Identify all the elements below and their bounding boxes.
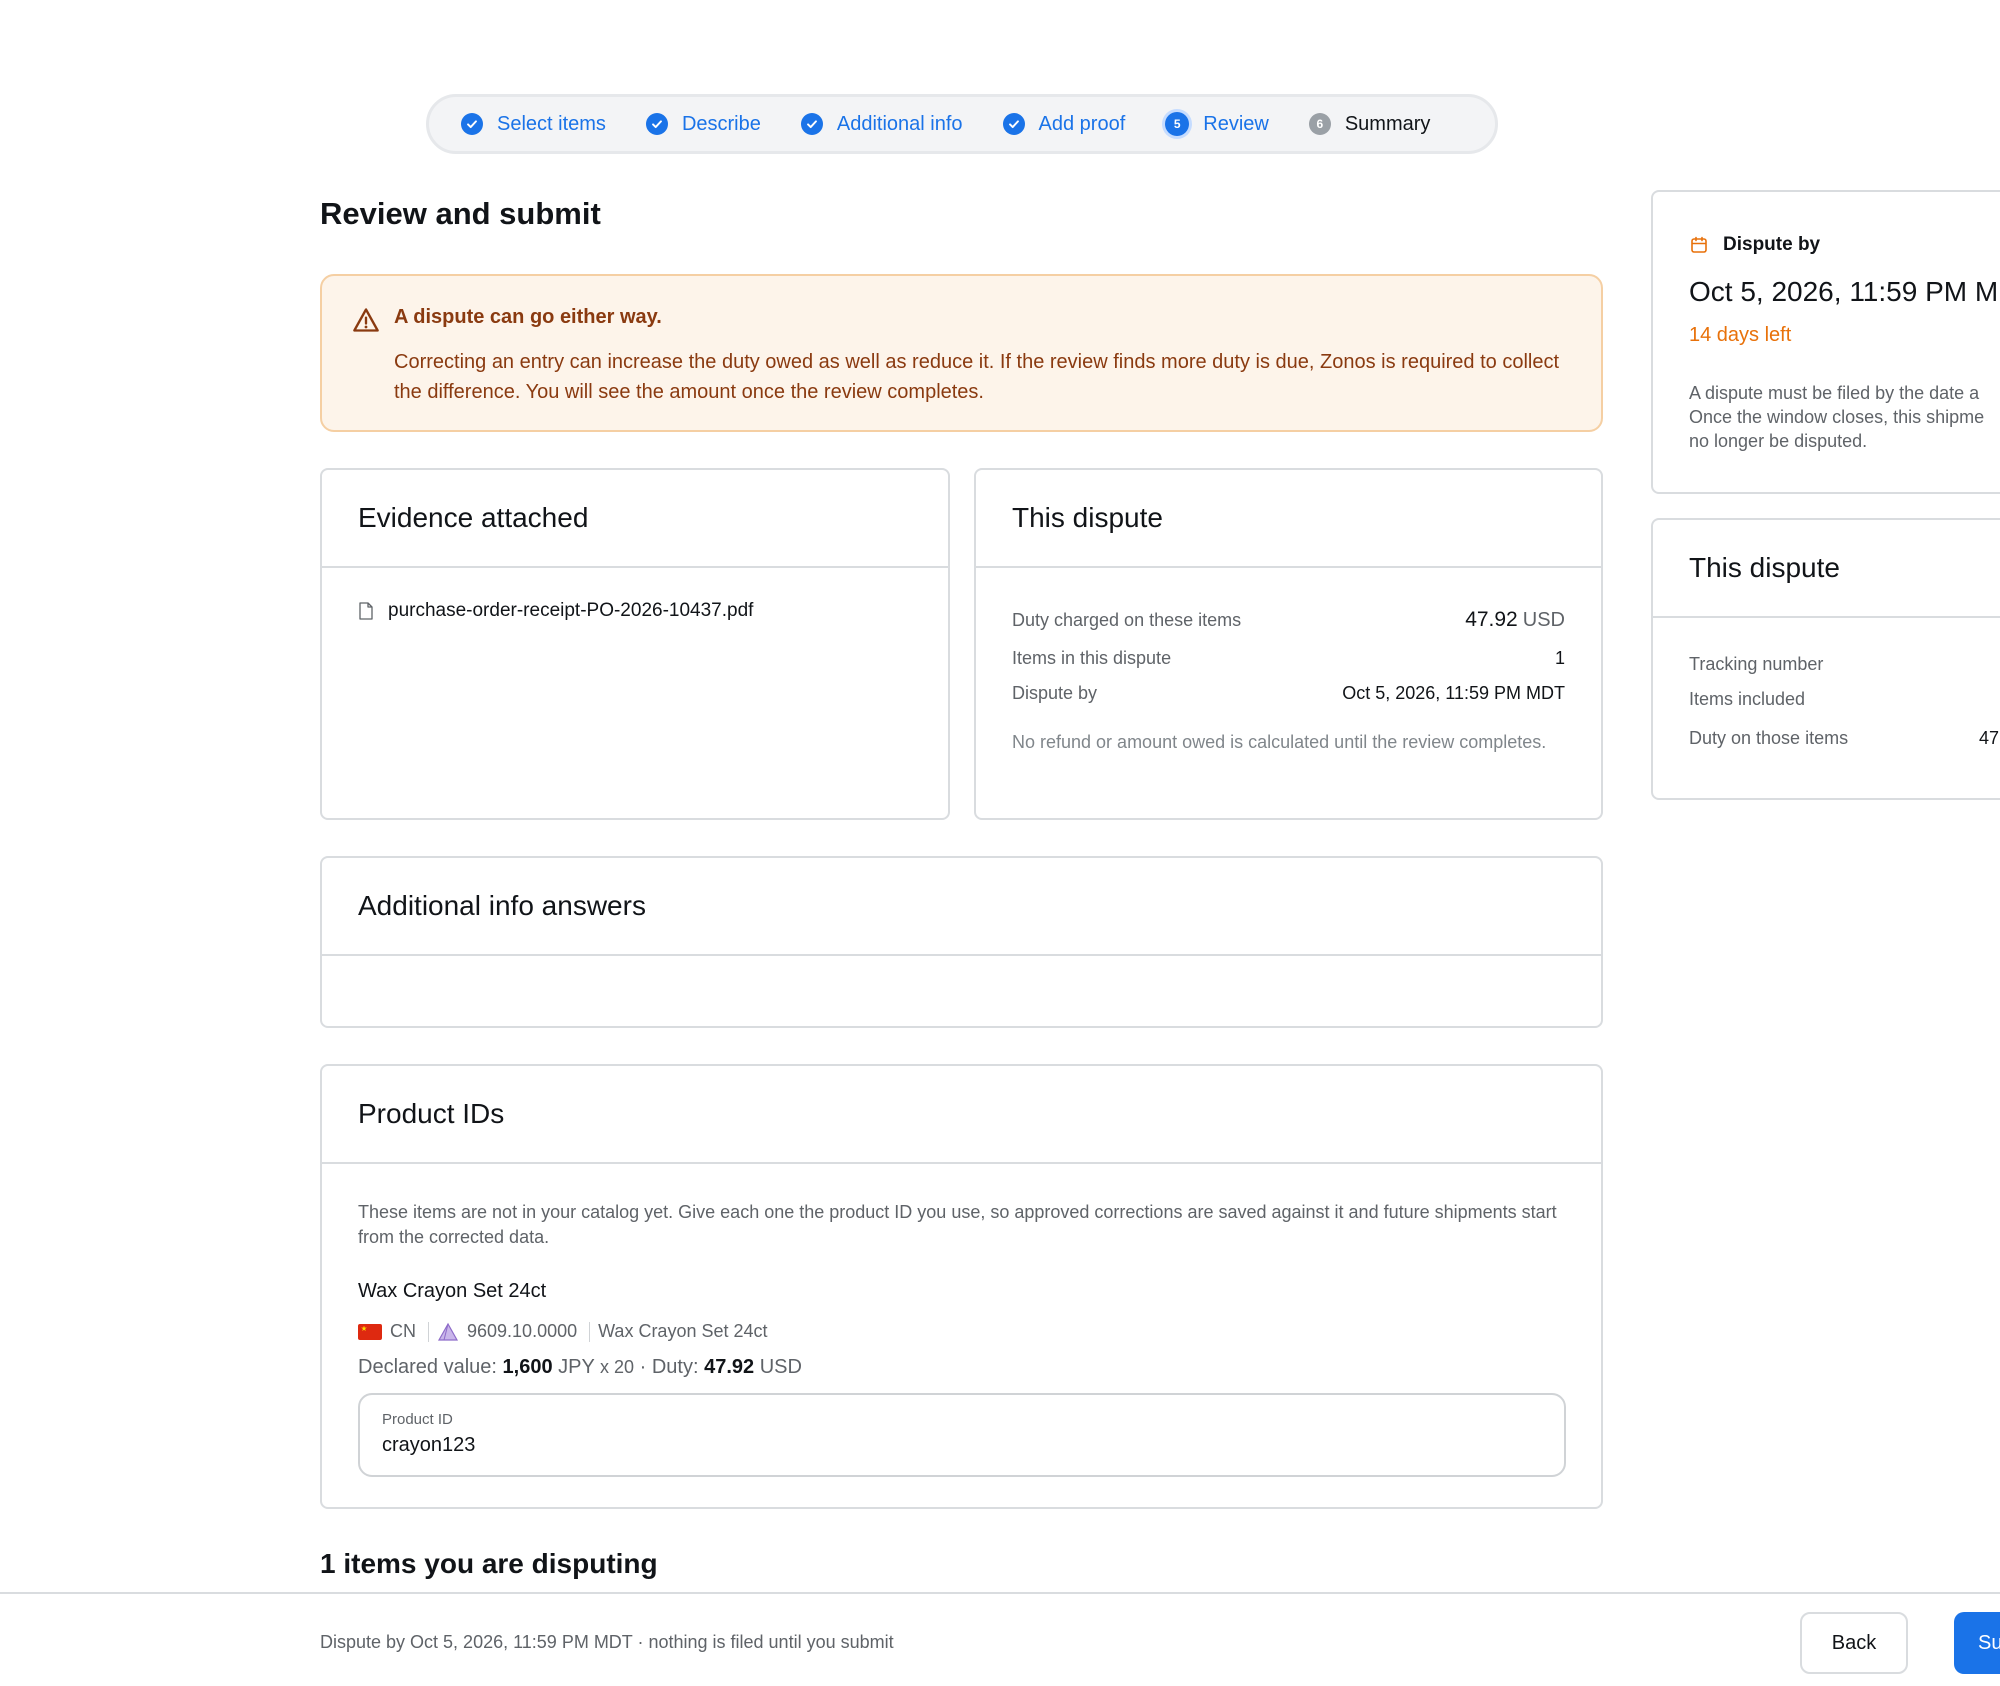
duty-label: Duty on those items [1689, 728, 1849, 748]
items-value: 1 [1554, 648, 1565, 668]
calculation-note: No refund or amount owed is calculated u… [1012, 732, 1547, 752]
product-ids-description: These items are not in your catalog yet.… [358, 1202, 1557, 1247]
warning-title: A dispute can go either way. [394, 306, 662, 328]
deadline-text-line: A dispute must be filed by the date a [1689, 383, 1980, 403]
country-code: CN [390, 1321, 416, 1341]
hs-code: 9609.10.0000 [467, 1321, 578, 1341]
duty-value: 47 [1979, 728, 2000, 748]
items-disputing-heading: 1 items you are disputing [320, 1548, 658, 1579]
check-icon [461, 113, 483, 135]
card-title: This dispute [1689, 552, 1840, 583]
step-number-badge: 6 [1308, 113, 1331, 135]
product-id-label: Product ID [382, 1411, 453, 1428]
duty-label: Duty charged on these items [1012, 610, 1242, 630]
card-title: This dispute [1012, 502, 1163, 533]
days-left: 14 days left [1689, 324, 1792, 346]
duty-label: · Duty: [639, 1356, 699, 1378]
product-name: Wax Crayon Set 24ct [358, 1280, 547, 1302]
check-icon [1002, 113, 1025, 135]
card-title: Evidence attached [358, 502, 589, 533]
progress-stepper: Select items Describe Additional info Ad… [426, 94, 1498, 154]
footer-bar: Dispute by Oct 5, 2026, 11:59 PM MDT · n… [0, 1592, 2000, 1686]
footer-text: Dispute by Oct 5, 2026, 11:59 PM MDT · n… [320, 1632, 894, 1652]
items-row: Items in this dispute 1 [1012, 648, 1565, 669]
product-ids-card: Product IDs These items are not in your … [320, 1064, 1603, 1509]
items-included-row: Items included [1689, 689, 2000, 710]
step-label: Add proof [1038, 112, 1126, 135]
tracking-label: Tracking number [1689, 654, 1824, 674]
side-dispute-card: This dispute Tracking number Items inclu… [1651, 518, 2000, 800]
evidence-card: Evidence attached purchase-order-receipt… [320, 468, 950, 820]
deadline-card: Dispute by Oct 5, 2026, 11:59 PM M 14 da… [1651, 190, 2000, 494]
check-icon [800, 113, 823, 135]
warning-body: Correcting an entry can increase the dut… [394, 351, 1560, 403]
dispute-by-row: Dispute by Oct 5, 2026, 11:59 PM MDT [1012, 683, 1565, 704]
deadline-text-line: Once the window closes, this shipme [1689, 407, 1985, 427]
page-title: Review and submit [320, 196, 601, 231]
step-additional-info[interactable]: Additional info [800, 112, 963, 136]
calendar-icon [1691, 236, 1707, 253]
card-title: Product IDs [358, 1098, 505, 1129]
items-label: Items in this dispute [1012, 648, 1172, 668]
step-select-items[interactable]: Select items [461, 113, 606, 136]
dispute-by-label: Dispute by [1012, 683, 1098, 703]
step-label: Summary [1344, 112, 1431, 135]
product-id-field[interactable]: Product ID crayon123 [358, 1393, 1566, 1477]
step-label: Additional info [836, 112, 963, 135]
declared-label: Declared value: [358, 1356, 497, 1378]
attached-file[interactable]: purchase-order-receipt-PO-2026-10437.pdf [358, 600, 912, 622]
deadline-date: Oct 5, 2026, 11:59 PM M [1689, 276, 1999, 307]
item-description: Wax Crayon Set 24ct [598, 1321, 768, 1341]
step-describe[interactable]: Describe [645, 112, 761, 136]
submit-button[interactable]: Subm [1954, 1612, 2000, 1674]
dispute-by-value: Oct 5, 2026, 11:59 PM MDT [1342, 683, 1565, 703]
file-icon [359, 602, 373, 620]
back-button[interactable]: Back [1800, 1612, 1908, 1674]
hs-code-icon [437, 1322, 459, 1341]
step-number-badge: 5 [1165, 112, 1190, 136]
china-flag-icon [358, 1323, 382, 1340]
quantity: x 20 [600, 1357, 635, 1377]
declared-value: 1,600 [502, 1356, 553, 1378]
items-included-label: Items included [1689, 689, 1806, 709]
step-label: Review [1203, 112, 1269, 135]
duty-value: 47.92 [704, 1356, 755, 1378]
product-meta: CN 9609.10.0000 Wax Crayon Set 24ct [358, 1321, 1565, 1342]
step-review[interactable]: 5 Review [1165, 112, 1269, 136]
duty-row: Duty on those items 47 [1689, 728, 2000, 749]
duty-value: 47.92 [1465, 608, 1518, 631]
additional-info-card: Additional info answers [320, 856, 1603, 1028]
deadline-label: Dispute by [1723, 234, 1821, 255]
declared-value-line: Declared value: 1,600 JPY x 20 · Duty: 4… [358, 1356, 1565, 1379]
duty-row: Duty charged on these items 47.92 USD [1012, 608, 1565, 632]
warning-triangle-icon [353, 308, 379, 332]
dispute-summary-card: This dispute Duty charged on these items… [974, 468, 1603, 820]
product-id-input[interactable]: crayon123 [382, 1434, 1542, 1457]
duty-unit: USD [1522, 609, 1565, 631]
step-add-proof[interactable]: Add proof [1002, 112, 1126, 136]
check-icon [645, 113, 668, 135]
tracking-row: Tracking number [1689, 654, 2000, 675]
step-summary[interactable]: 6 Summary [1308, 112, 1431, 136]
warning-banner: A dispute can go either way. Correcting … [320, 274, 1603, 432]
step-label: Select items [497, 112, 606, 135]
card-title: Additional info answers [358, 890, 646, 921]
declared-currency: JPY [558, 1356, 595, 1378]
duty-currency: USD [759, 1356, 802, 1378]
deadline-text-line: no longer be disputed. [1689, 431, 1868, 451]
step-label: Describe [681, 112, 761, 135]
file-name: purchase-order-receipt-PO-2026-10437.pdf [388, 600, 754, 621]
